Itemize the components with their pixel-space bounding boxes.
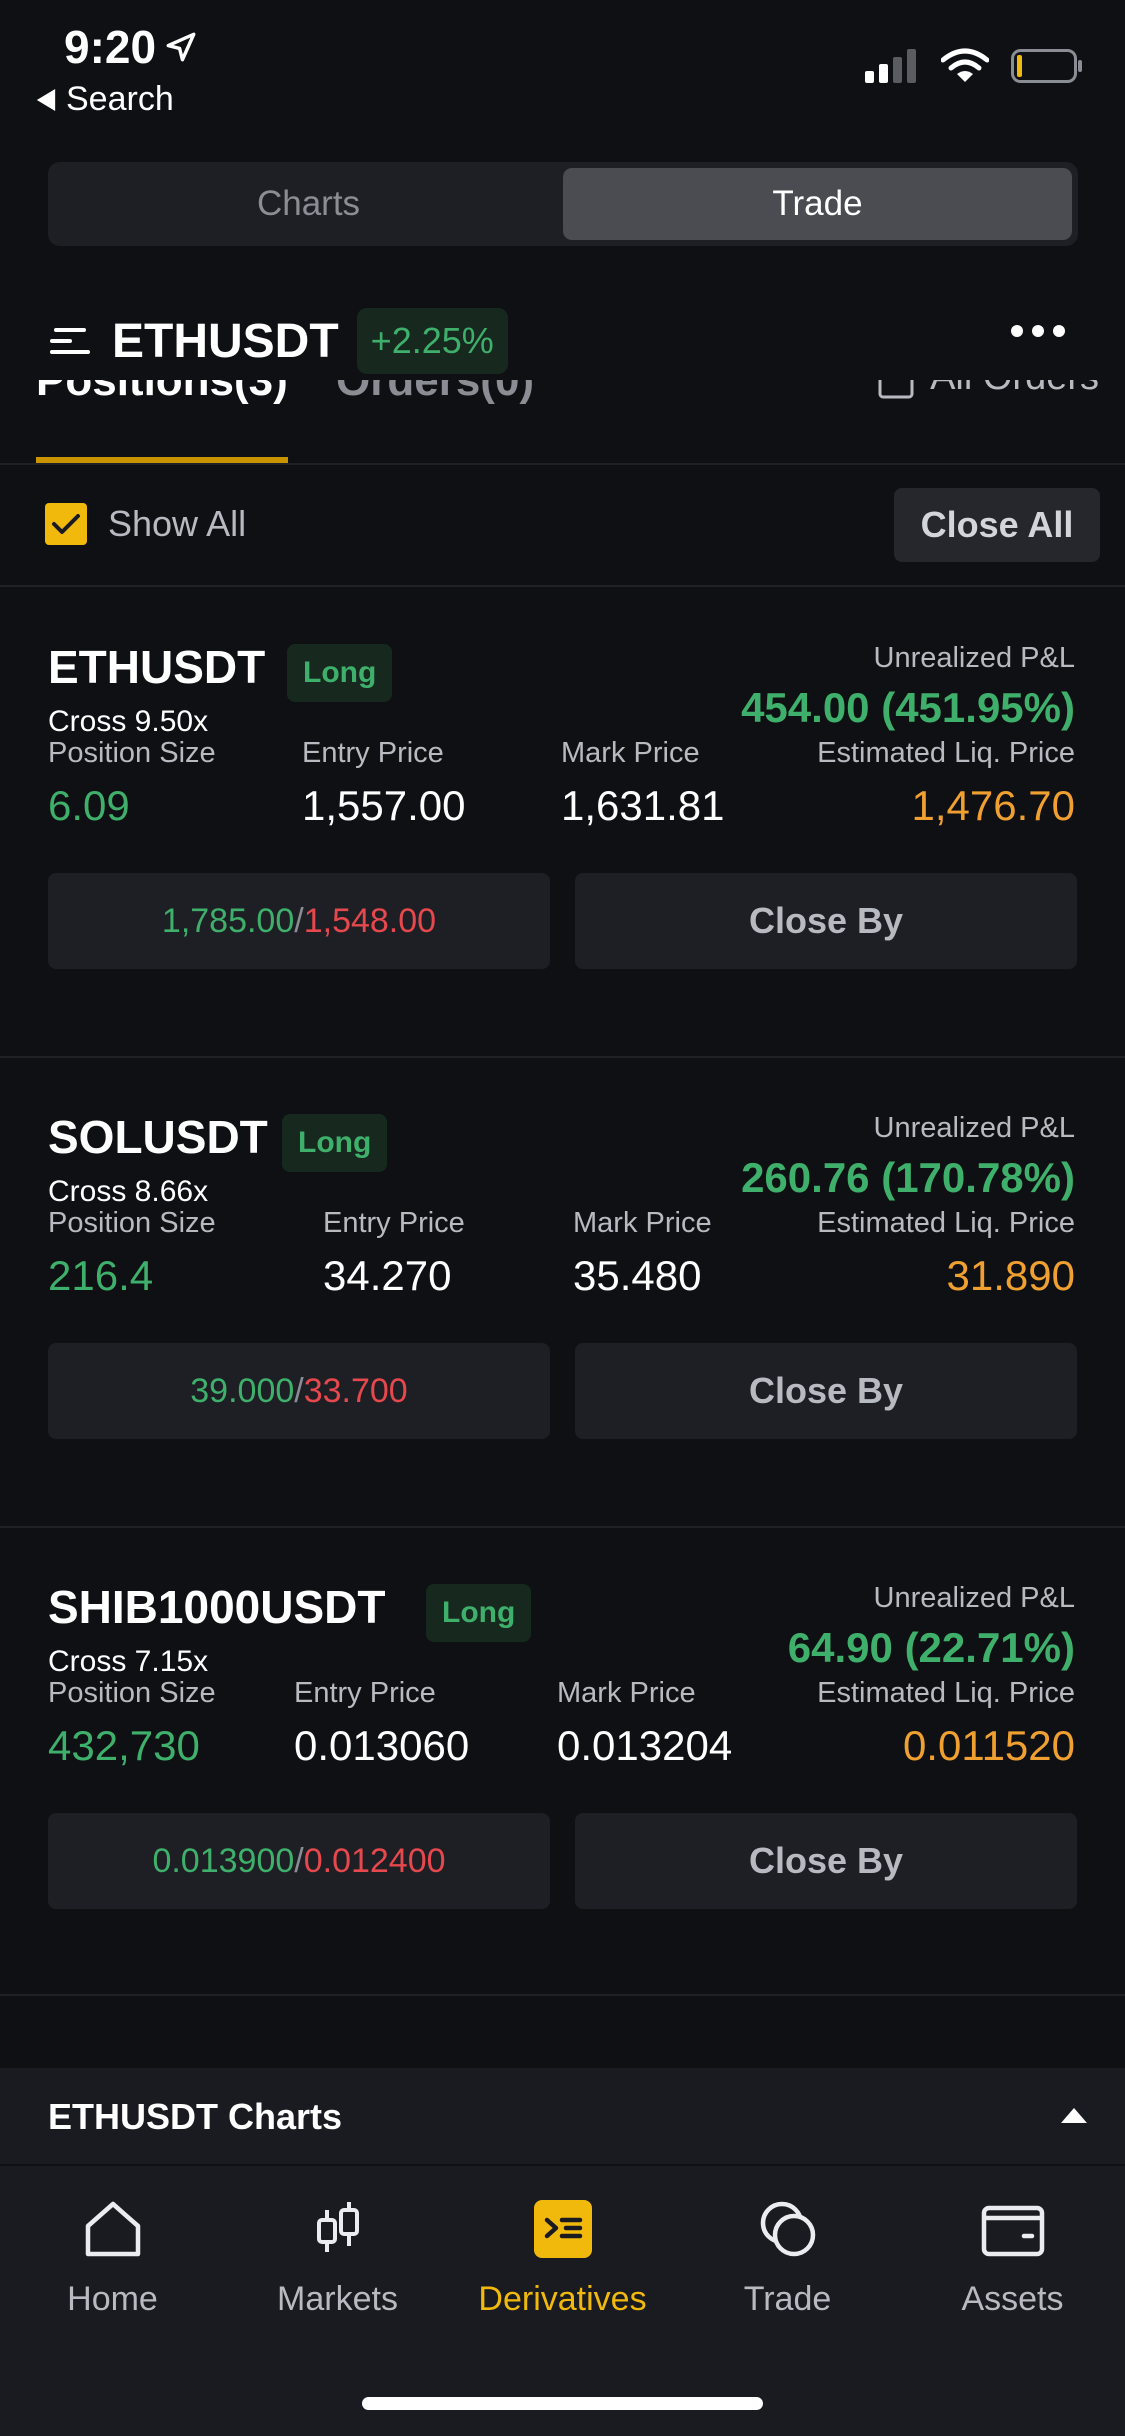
tab-orders[interactable]: Orders(0) <box>336 380 534 406</box>
stop-loss-value: 33.700 <box>303 1371 408 1410</box>
mark-price-value: 1,631.81 <box>561 782 725 829</box>
mark-price-label: Mark Price <box>561 737 700 769</box>
tab-positions[interactable]: Positions(3) <box>36 380 288 406</box>
entry-price-value: 34.270 <box>323 1252 452 1299</box>
charts-drawer-label: ETHUSDT Charts <box>48 2096 343 2137</box>
caret-up-icon <box>1061 2108 1087 2123</box>
liq-price-label: Estimated Liq. Price <box>817 1677 1075 1709</box>
wifi-icon <box>941 48 989 82</box>
position-card-shib1000usdt: SHIB1000USDT Long Cross 7.15x Unrealized… <box>0 1530 1125 1998</box>
close-by-button[interactable]: Close By <box>575 1343 1077 1439</box>
stop-loss-value: 1,548.00 <box>303 901 437 940</box>
unrealized-pnl-value: 64.90 (22.71%) <box>787 1624 1075 1671</box>
position-size-value: 6.09 <box>48 782 130 829</box>
show-all-label[interactable]: Show All <box>108 503 246 545</box>
liq-price-value: 31.890 <box>946 1252 1075 1299</box>
cellular-signal-icon <box>865 49 916 83</box>
divider <box>0 1056 1125 1058</box>
nav-derivatives[interactable]: Derivatives <box>450 2196 675 2319</box>
position-symbol: SOLUSDT <box>48 1111 268 1163</box>
close-by-button[interactable]: Close By <box>575 873 1077 969</box>
side-badge: Long <box>282 1114 388 1172</box>
show-all-checkbox[interactable] <box>45 503 87 545</box>
position-size-label: Position Size <box>48 737 216 769</box>
side-badge: Long <box>426 1584 532 1642</box>
wallet-icon <box>981 2205 1044 2257</box>
document-icon <box>878 380 914 398</box>
take-profit-value: 0.013900 <box>152 1841 295 1880</box>
battery-icon <box>1011 49 1082 83</box>
view-switcher: Charts Trade <box>48 162 1078 246</box>
liq-price-label: Estimated Liq. Price <box>817 737 1075 769</box>
trade-exchange-icon <box>760 2201 815 2257</box>
mark-price-value: 0.013204 <box>557 1722 733 1769</box>
position-card-solusdt: SOLUSDT Long Cross 8.66x Unrealized P&L … <box>0 1060 1125 1528</box>
nav-home[interactable]: Home <box>0 2196 225 2319</box>
entry-price-label: Entry Price <box>302 737 444 769</box>
liq-price-value: 1,476.70 <box>911 782 1076 829</box>
divider <box>0 1994 1125 1996</box>
menu-lines-icon[interactable] <box>48 326 92 356</box>
home-icon <box>85 2201 140 2257</box>
unrealized-pnl-label: Unrealized P&L <box>873 642 1076 674</box>
liq-price-label: Estimated Liq. Price <box>817 1207 1075 1239</box>
nav-assets[interactable]: Assets <box>900 2196 1125 2319</box>
positions-tabs: Positions(3) Orders(0) All Orders <box>0 380 1125 465</box>
tab-trade[interactable]: Trade <box>563 168 1072 240</box>
nav-markets[interactable]: Markets <box>225 2196 450 2319</box>
status-icons <box>865 48 1083 84</box>
tab-charts[interactable]: Charts <box>54 168 563 240</box>
home-indicator[interactable] <box>362 2397 763 2410</box>
pair-name[interactable]: ETHUSDT <box>112 314 339 369</box>
location-arrow-icon <box>166 32 196 62</box>
leverage-label[interactable]: Cross 9.50x <box>48 705 208 739</box>
unrealized-pnl-label: Unrealized P&L <box>873 1112 1076 1144</box>
side-badge: Long <box>287 644 393 702</box>
divider <box>0 585 1125 587</box>
candlestick-icon <box>316 2202 359 2252</box>
derivatives-icon <box>533 2200 592 2258</box>
nav-trade[interactable]: Trade <box>675 2196 900 2319</box>
leverage-label[interactable]: Cross 7.15x <box>48 1645 208 1679</box>
close-by-button[interactable]: Close By <box>575 1813 1077 1909</box>
all-orders-link[interactable]: All Orders <box>878 380 1099 399</box>
entry-price-label: Entry Price <box>294 1677 436 1709</box>
pair-header: ETHUSDT +2.25% <box>48 305 508 377</box>
position-symbol: SHIB1000USDT <box>48 1581 386 1633</box>
tp-sl-button[interactable]: 0.013900/0.012400 <box>48 1813 550 1909</box>
position-size-label: Position Size <box>48 1677 216 1709</box>
mark-price-value: 35.480 <box>573 1252 702 1299</box>
back-to-search[interactable]: Search <box>36 80 174 119</box>
stop-loss-value: 0.012400 <box>303 1841 446 1880</box>
more-options-icon[interactable] <box>1011 325 1065 337</box>
unrealized-pnl-label: Unrealized P&L <box>873 1582 1076 1614</box>
divider <box>0 463 1125 465</box>
position-symbol: ETHUSDT <box>48 641 266 693</box>
take-profit-value: 39.000 <box>190 1371 295 1410</box>
status-time: 9:20 <box>64 20 198 74</box>
check-icon <box>52 514 80 534</box>
bottom-nav: Home Markets Derivatives Trade Assets <box>0 2166 1125 2436</box>
mark-price-label: Mark Price <box>557 1677 696 1709</box>
close-all-button[interactable]: Close All <box>894 488 1100 562</box>
position-size-value: 432,730 <box>48 1722 200 1769</box>
charts-drawer-toggle[interactable]: ETHUSDT Charts <box>0 2068 1125 2164</box>
position-card-ethusdt: ETHUSDT Long Cross 9.50x Unrealized P&L … <box>0 590 1125 1058</box>
entry-price-label: Entry Price <box>323 1207 465 1239</box>
entry-price-value: 1,557.00 <box>302 782 466 829</box>
entry-price-value: 0.013060 <box>294 1722 470 1769</box>
tp-sl-button[interactable]: 39.000/33.700 <box>48 1343 550 1439</box>
take-profit-value: 1,785.00 <box>161 901 295 940</box>
unrealized-pnl-value: 260.76 (170.78%) <box>741 1154 1075 1201</box>
unrealized-pnl-value: 454.00 (451.95%) <box>741 684 1075 731</box>
back-triangle-icon <box>36 88 56 111</box>
tp-sl-button[interactable]: 1,785.00/1,548.00 <box>48 873 550 969</box>
position-size-value: 216.4 <box>48 1252 154 1299</box>
liq-price-value: 0.011520 <box>902 1722 1075 1769</box>
position-size-label: Position Size <box>48 1207 216 1239</box>
mark-price-label: Mark Price <box>573 1207 712 1239</box>
leverage-label[interactable]: Cross 8.66x <box>48 1175 208 1209</box>
divider <box>0 1526 1125 1528</box>
pair-change-badge: +2.25% <box>356 308 508 374</box>
